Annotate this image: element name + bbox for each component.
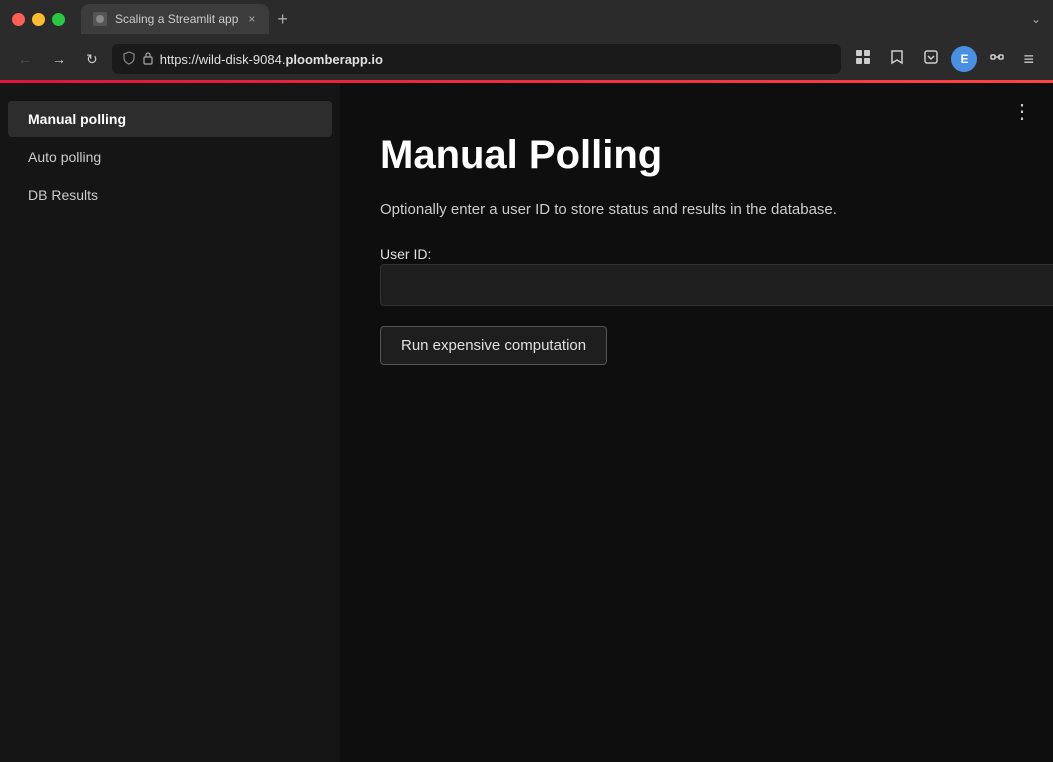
- tab-expand-button[interactable]: ⌄: [1031, 12, 1041, 26]
- grid-button[interactable]: [849, 45, 877, 74]
- nav-bar: ← → ↻ https://wild-disk-9084.ploomberapp…: [0, 38, 1053, 80]
- forward-button[interactable]: →: [46, 47, 72, 71]
- sidebar-item-auto-polling[interactable]: Auto polling: [8, 139, 332, 175]
- extensions-button[interactable]: [983, 45, 1011, 74]
- minimize-window-button[interactable]: [32, 13, 45, 26]
- toolbar-actions: E ≡: [849, 45, 1041, 74]
- run-computation-button[interactable]: Run expensive computation: [380, 326, 607, 365]
- lock-icon: [142, 51, 154, 68]
- pocket-button[interactable]: [917, 45, 945, 74]
- new-tab-button[interactable]: +: [269, 10, 296, 28]
- tab-bar: Scaling a Streamlit app × + ⌄: [81, 6, 1041, 32]
- sidebar-item-manual-polling[interactable]: Manual polling: [8, 101, 332, 137]
- tab-favicon-icon: [93, 12, 107, 26]
- page-title: Manual Polling: [380, 131, 1013, 179]
- tab-title: Scaling a Streamlit app: [115, 12, 238, 26]
- window-controls: [12, 13, 65, 26]
- titlebar: Scaling a Streamlit app × + ⌄: [0, 0, 1053, 38]
- refresh-button[interactable]: ↻: [80, 47, 104, 72]
- main-content: ⋮ Manual Polling Optionally enter a user…: [340, 83, 1053, 762]
- sidebar-item-db-results-label: DB Results: [28, 187, 98, 203]
- browser-chrome: Scaling a Streamlit app × + ⌄ ← → ↻: [0, 0, 1053, 80]
- back-button[interactable]: ←: [12, 47, 38, 71]
- sidebar-item-db-results[interactable]: DB Results: [8, 177, 332, 213]
- user-id-label: User ID:: [380, 246, 431, 262]
- bookmark-button[interactable]: [883, 45, 911, 74]
- menu-button[interactable]: ≡: [1017, 45, 1041, 74]
- maximize-window-button[interactable]: [52, 13, 65, 26]
- user-id-input[interactable]: [380, 264, 1053, 306]
- url-prefix: https://wild-disk-9084.: [160, 52, 286, 67]
- close-window-button[interactable]: [12, 13, 25, 26]
- sidebar: Manual polling Auto polling DB Results: [0, 83, 340, 762]
- address-bar[interactable]: https://wild-disk-9084.ploomberapp.io: [112, 44, 842, 74]
- sidebar-item-manual-polling-label: Manual polling: [28, 111, 126, 127]
- more-options-button[interactable]: ⋮: [1012, 99, 1033, 124]
- url-domain: ploomberapp.io: [285, 52, 383, 67]
- shield-icon: [122, 51, 136, 68]
- tab-close-button[interactable]: ×: [246, 13, 257, 25]
- profile-button[interactable]: E: [951, 46, 977, 72]
- url-text: https://wild-disk-9084.ploomberapp.io: [160, 52, 832, 67]
- page-description: Optionally enter a user ID to store stat…: [380, 199, 1013, 222]
- app-container: Manual polling Auto polling DB Results ⋮…: [0, 83, 1053, 762]
- browser-tab[interactable]: Scaling a Streamlit app ×: [81, 4, 269, 34]
- sidebar-item-auto-polling-label: Auto polling: [28, 149, 101, 165]
